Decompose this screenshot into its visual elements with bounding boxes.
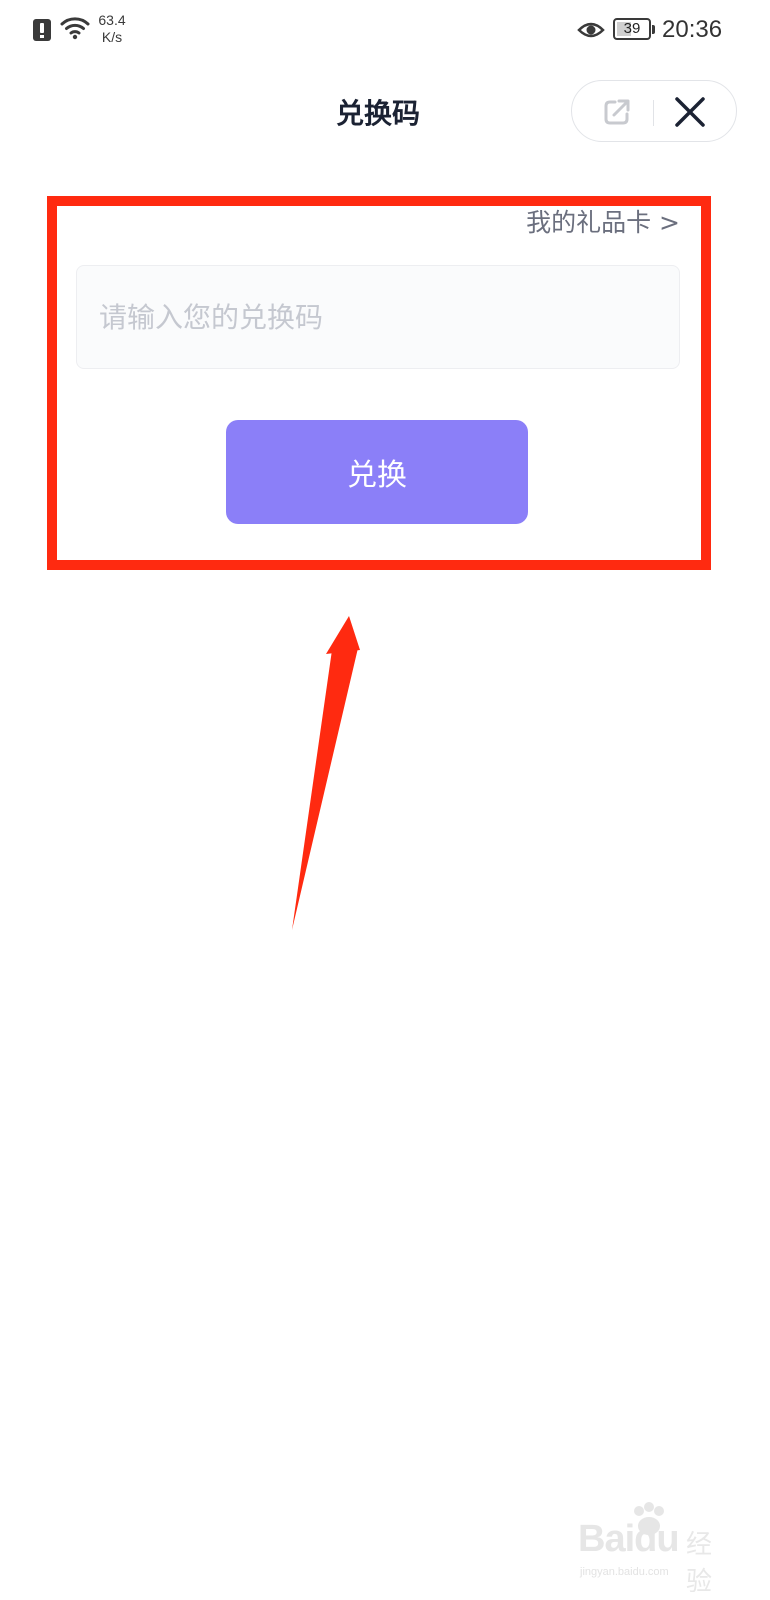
status-bar: 63.4 K/s 39 20:36	[0, 0, 770, 62]
alert-icon	[33, 19, 51, 41]
share-icon[interactable]	[600, 95, 634, 129]
annotation-arrow	[292, 616, 360, 930]
status-time: 20:36	[662, 16, 723, 43]
battery-icon: 39	[613, 18, 651, 40]
close-icon[interactable]	[673, 95, 707, 129]
watermark-brand-cn: 经验	[686, 1530, 713, 1597]
battery-tip	[652, 25, 655, 34]
redeem-code-input[interactable]	[76, 265, 680, 369]
capsule-divider	[653, 100, 654, 126]
miniprogram-capsule	[571, 80, 737, 142]
redeem-button[interactable]: 兑换	[226, 420, 528, 524]
baidu-watermark: Baidu 经验 jingyan.baidu.com	[578, 1502, 728, 1597]
watermark-brand: Baidu	[578, 1518, 680, 1560]
eye-icon	[577, 22, 605, 38]
network-speed: 63.4 K/s	[92, 12, 132, 46]
watermark-url: jingyan.baidu.com	[580, 1566, 669, 1578]
my-gift-cards-link[interactable]: 我的礼品卡 >	[470, 203, 680, 239]
wifi-icon	[60, 17, 90, 40]
network-speed-unit: K/s	[101, 29, 123, 45]
network-speed-value: 63.4	[98, 12, 126, 28]
battery-level: 39	[623, 20, 641, 37]
